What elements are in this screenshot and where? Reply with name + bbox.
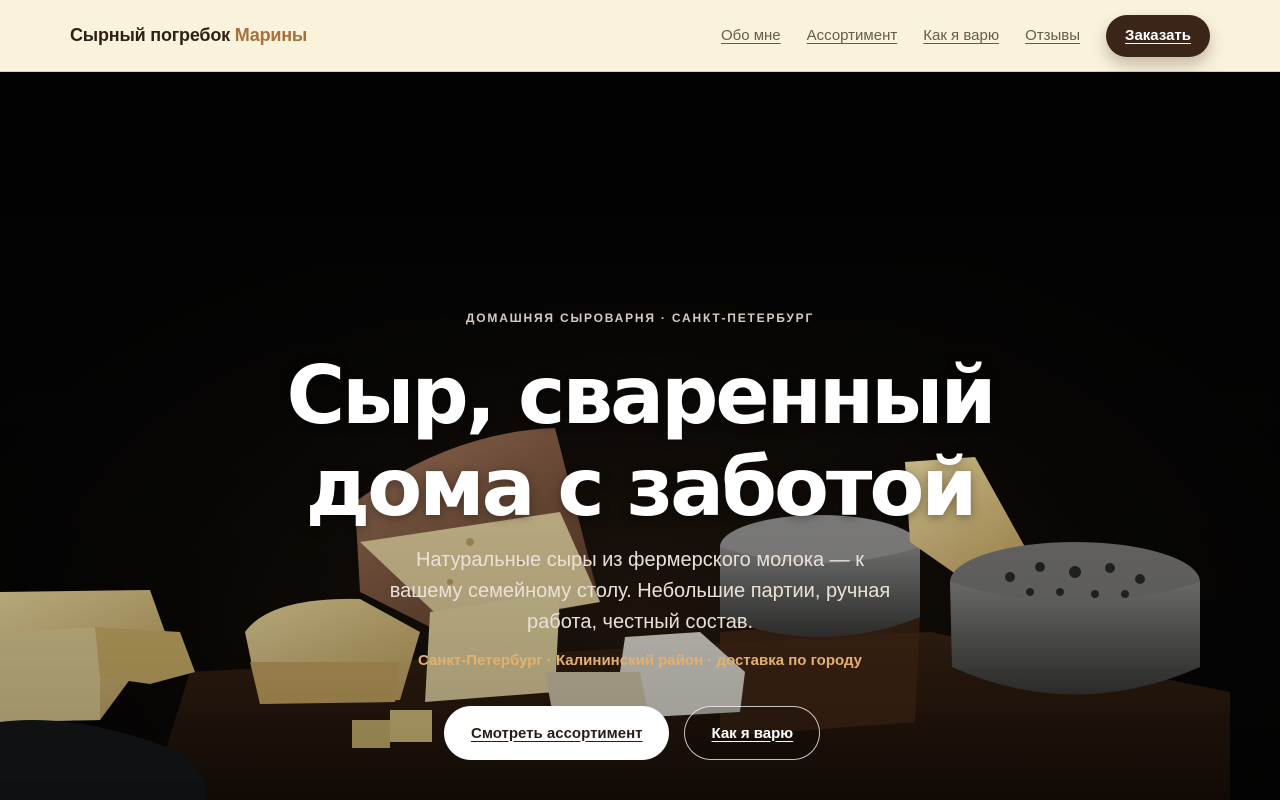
nav-link-assortment[interactable]: Ассортимент	[807, 27, 898, 44]
order-button[interactable]: Заказать	[1106, 14, 1210, 57]
brand-name-accent: Марины	[234, 25, 308, 45]
brand-logo[interactable]: Сырный погребок Марины	[70, 25, 307, 46]
hero-headline: Сыр, сваренный дома с заботой	[0, 350, 1280, 534]
brand-name: Сырный погребок	[70, 25, 230, 45]
headline-line-1: Сыр, сваренный	[286, 349, 996, 442]
site-header: Сырный погребок Марины Обо мне Ассортиме…	[0, 0, 1280, 72]
nav-link-about[interactable]: Обо мне	[721, 27, 781, 44]
main-nav: Обо мне Ассортимент Как я варю Отзывы За…	[721, 14, 1210, 57]
hero-section: ДОМАШНЯЯ СЫРОВАРНЯ · САНКТ-ПЕТЕРБУРГ Сыр…	[0, 72, 1280, 800]
nav-link-process[interactable]: Как я варю	[923, 27, 999, 44]
hero-kicker: ДОМАШНЯЯ СЫРОВАРНЯ · САНКТ-ПЕТЕРБУРГ	[465, 311, 815, 325]
how-i-make-button[interactable]: Как я варю	[684, 706, 821, 760]
hero-subtitle: Натуральные сыры из фермерского молока —…	[389, 549, 891, 633]
view-assortment-button[interactable]: Смотреть ассортимент	[444, 706, 670, 760]
headline-line-2: дома с заботой	[305, 441, 978, 534]
nav-link-reviews[interactable]: Отзывы	[1025, 27, 1080, 44]
hero-cta-row: Смотреть ассортимент Как я варю	[444, 706, 821, 760]
hero-content: ДОМАШНЯЯ СЫРОВАРНЯ · САНКТ-ПЕТЕРБУРГ Сыр…	[0, 72, 1280, 800]
hero-location: Санкт-Петербург · Калининский район · до…	[417, 652, 863, 669]
